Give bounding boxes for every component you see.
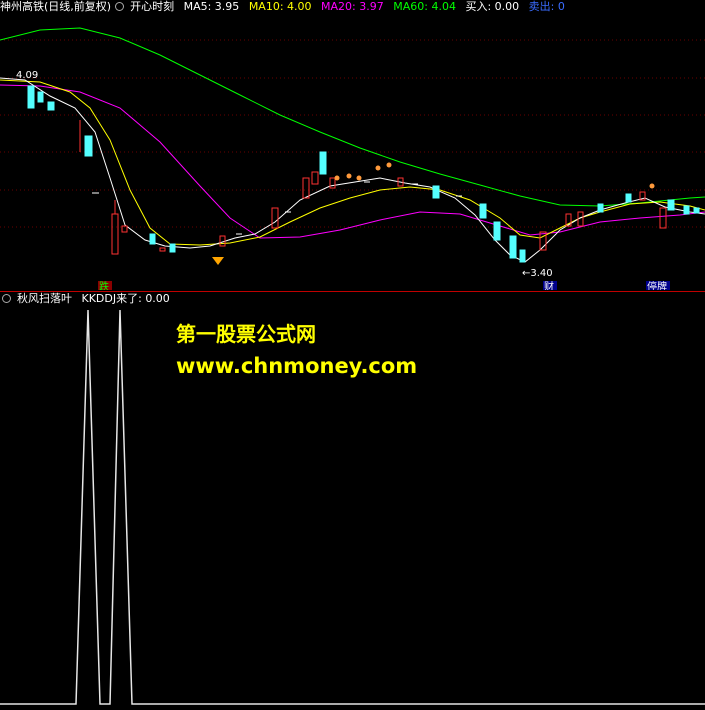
low-price-label: ←3.40 bbox=[522, 268, 553, 279]
tag-die[interactable]: 跌 bbox=[99, 280, 109, 290]
tag-tingpai[interactable]: 停牌 bbox=[647, 280, 667, 290]
signal-markers bbox=[334, 162, 655, 189]
watermark-url[interactable]: www.chnmoney.com bbox=[176, 354, 417, 378]
ma20-line bbox=[0, 84, 705, 239]
price-chart[interactable]: 4.09 ←3.40 跌 财 停牌 bbox=[0, 0, 705, 290]
candles-up bbox=[79, 120, 667, 255]
event-tags: 跌 财 停牌 bbox=[98, 280, 670, 290]
buy-signal-icon bbox=[212, 257, 224, 265]
candles-down bbox=[27, 85, 700, 263]
high-price-label: 4.09 bbox=[16, 70, 38, 81]
ma5-line bbox=[0, 77, 705, 263]
ma60-line bbox=[0, 27, 705, 207]
watermark-title: 第一股票公式网 bbox=[176, 322, 316, 346]
tag-cai[interactable]: 财 bbox=[544, 280, 554, 290]
ma10-line bbox=[0, 79, 705, 246]
